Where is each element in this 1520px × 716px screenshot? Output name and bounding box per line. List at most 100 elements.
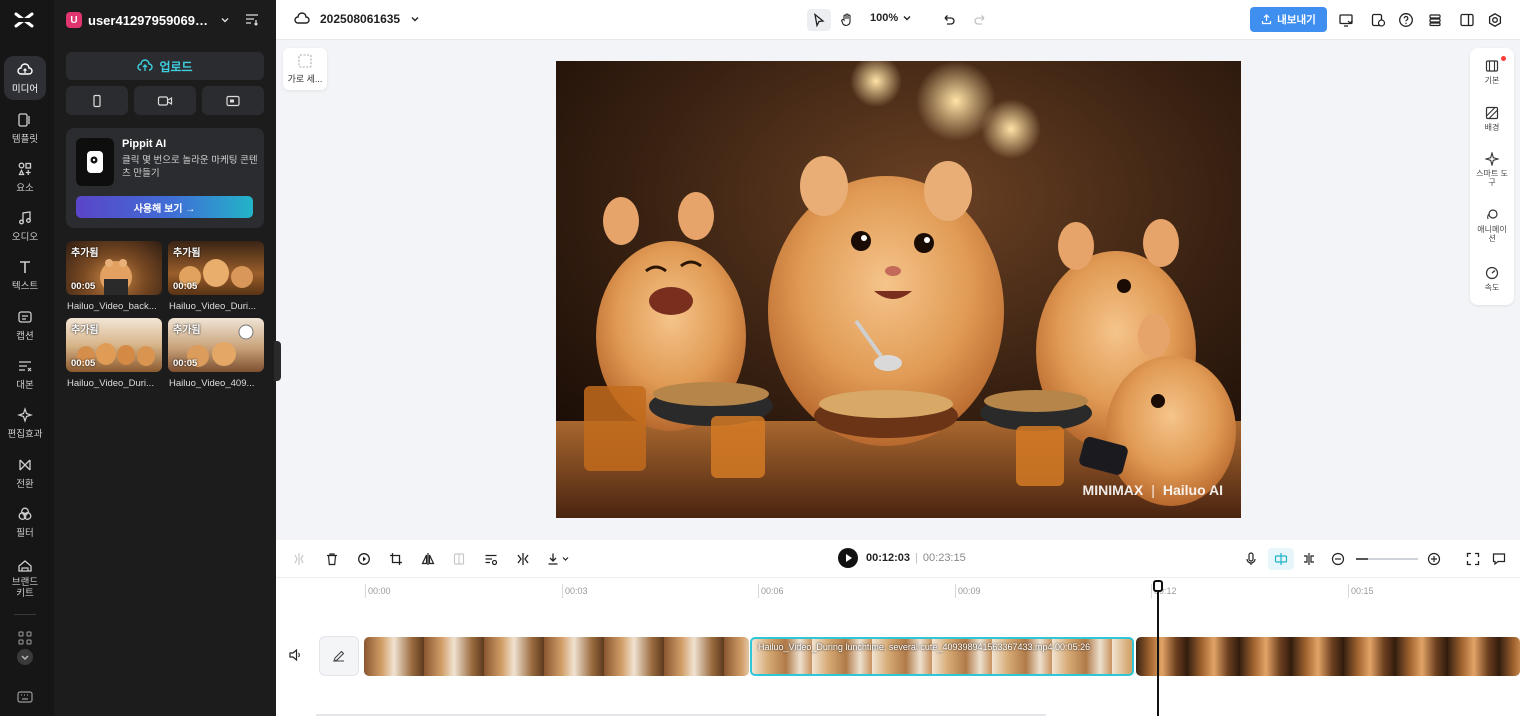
play-button[interactable] (838, 548, 858, 568)
rail-item-template[interactable]: 템플릿 (4, 106, 46, 150)
split-panel-icon (1460, 13, 1474, 27)
video-preview[interactable]: MINIMAX | Hailuo AI (556, 61, 1241, 518)
project-title[interactable]: 202508061635 (294, 11, 420, 27)
playhead-handle[interactable] (1153, 580, 1163, 592)
prop-label: 속도 (1484, 283, 1500, 292)
chevron-down-icon (411, 17, 419, 22)
duration-label: 00:05 (173, 281, 198, 292)
microphone-icon (1246, 552, 1256, 565)
pippit-promo-card: Pippit AI 클릭 몇 번으로 놀라운 마케팅 콘텐츠 만들기 사용해 보… (66, 128, 264, 228)
basic-film-icon (1485, 60, 1499, 72)
rail-item-text[interactable]: 텍스트 (4, 253, 46, 297)
video-clip-selected[interactable]: Hailuo_Video_During lunchtime, several c… (750, 637, 1134, 676)
rail-item-audio[interactable]: 오디오 (4, 204, 46, 248)
sort-menu-icon[interactable] (245, 12, 259, 26)
flip-icon (421, 553, 435, 565)
replace-button[interactable] (355, 550, 373, 568)
trim-button[interactable] (514, 550, 532, 568)
prop-label: 배경 (1484, 123, 1500, 132)
pencil-icon (333, 650, 345, 662)
rail-item-filter[interactable]: 필터 (4, 500, 46, 544)
watermark-hailuo: Hailuo AI (1162, 482, 1223, 498)
redo-button[interactable] (968, 9, 992, 31)
upload-button[interactable]: 업로드 (66, 52, 264, 80)
zoom-in-button[interactable] (1425, 550, 1443, 568)
export-button[interactable]: 내보내기 (1250, 7, 1327, 32)
chevron-down-icon (903, 16, 911, 21)
speaker-volume-icon[interactable] (288, 648, 302, 662)
feedback-button[interactable] (1490, 550, 1508, 568)
badge-settings-button[interactable] (1366, 9, 1390, 31)
zoom-dropdown[interactable]: 100% (870, 12, 912, 24)
mirror-icon (453, 553, 465, 565)
rail-item-brand-kit[interactable]: 브랜드 키트 (4, 553, 46, 603)
project-name: 202508061635 (320, 12, 401, 26)
time-tick: 00:09 (955, 584, 981, 598)
rail-item-caption[interactable]: 캡션 (4, 303, 46, 347)
prop-basic[interactable]: 기본 (1470, 59, 1514, 85)
layout-toggle-button[interactable] (1455, 9, 1479, 31)
split-button[interactable] (290, 550, 308, 568)
expand-more-icon[interactable] (16, 648, 34, 666)
media-thumbnail[interactable]: 추가됨 00:05 (168, 318, 264, 372)
adjust-button[interactable] (482, 550, 500, 568)
voiceover-button[interactable] (1242, 550, 1260, 568)
rail-label: 필터 (16, 527, 34, 539)
added-badge: 추가됨 (173, 248, 201, 259)
help-button[interactable] (1394, 9, 1418, 31)
try-it-button[interactable]: 사용해 보기 → (76, 196, 253, 218)
capcut-logo[interactable] (13, 9, 35, 31)
record-video-button[interactable] (134, 86, 196, 115)
prop-animation[interactable]: 애니메이션 (1470, 208, 1514, 243)
rail-item-media[interactable]: 미디어 (4, 56, 46, 100)
timeline-toolbar: 00:12:03 | 00:23:15 (276, 540, 1520, 578)
apps-grid-icon[interactable] (16, 629, 34, 647)
keyboard-icon[interactable] (16, 688, 34, 706)
flip-button[interactable] (419, 550, 437, 568)
present-button[interactable] (1334, 9, 1358, 31)
added-badge: 추가됨 (71, 248, 99, 259)
watermark-minimax: MINIMAX (1082, 482, 1144, 498)
select-tool-button[interactable] (807, 9, 831, 31)
video-clip[interactable] (364, 637, 749, 676)
playhead[interactable] (1153, 580, 1163, 716)
video-clip[interactable] (1136, 637, 1520, 676)
link-button[interactable] (1300, 550, 1318, 568)
fit-timeline-button[interactable] (1464, 550, 1482, 568)
rail-item-effects[interactable]: 편집효과 (4, 401, 46, 445)
media-thumbnail[interactable]: 추가됨 00:05 (168, 241, 264, 295)
storage-button[interactable] (1423, 9, 1447, 31)
delete-button[interactable] (323, 550, 341, 568)
mirror-button[interactable] (450, 550, 468, 568)
hamsters-dinner-frame (556, 61, 1241, 518)
music-note-icon (19, 210, 31, 224)
user-switcher[interactable]: U user412979590691... (66, 10, 230, 30)
prop-background[interactable]: 배경 (1470, 106, 1514, 132)
undo-button[interactable] (937, 9, 961, 31)
phone-icon (93, 94, 101, 107)
media-thumbnail[interactable]: 추가됨 00:05 (66, 318, 162, 372)
crop-button[interactable] (387, 550, 405, 568)
prop-smart-tools[interactable]: 스마트 도구 (1470, 152, 1514, 187)
rail-item-elements[interactable]: 요소 (4, 155, 46, 199)
screen-record-button[interactable] (202, 86, 264, 115)
rail-item-transition[interactable]: 전환 (4, 451, 46, 495)
phone-upload-button[interactable] (66, 86, 128, 115)
screen-record-icon (226, 95, 240, 106)
auto-snap-button[interactable] (1268, 548, 1294, 570)
zoom-out-button[interactable] (1329, 550, 1347, 568)
timeline-tracks: 00:00 00:03 00:06 00:09 00:12 00:15 Hail… (276, 578, 1520, 716)
hand-tool-button[interactable] (835, 9, 859, 31)
media-thumbnail[interactable]: 추가됨 00:05 (66, 241, 162, 295)
download-dropdown[interactable] (546, 550, 572, 568)
text-t-icon (20, 260, 30, 273)
panel-collapse-handle[interactable] (274, 341, 281, 381)
edit-cover-button[interactable] (319, 636, 359, 676)
export-label: 내보내기 (1277, 14, 1316, 26)
timeline-zoom-slider[interactable] (1356, 558, 1418, 560)
aspect-ratio-button[interactable]: 가로 세... (283, 48, 327, 90)
stack-layers-icon (1429, 14, 1441, 27)
prop-speed[interactable]: 속도 (1470, 266, 1514, 292)
rail-item-script[interactable]: 대본 (4, 352, 46, 396)
settings-button[interactable] (1483, 9, 1507, 31)
